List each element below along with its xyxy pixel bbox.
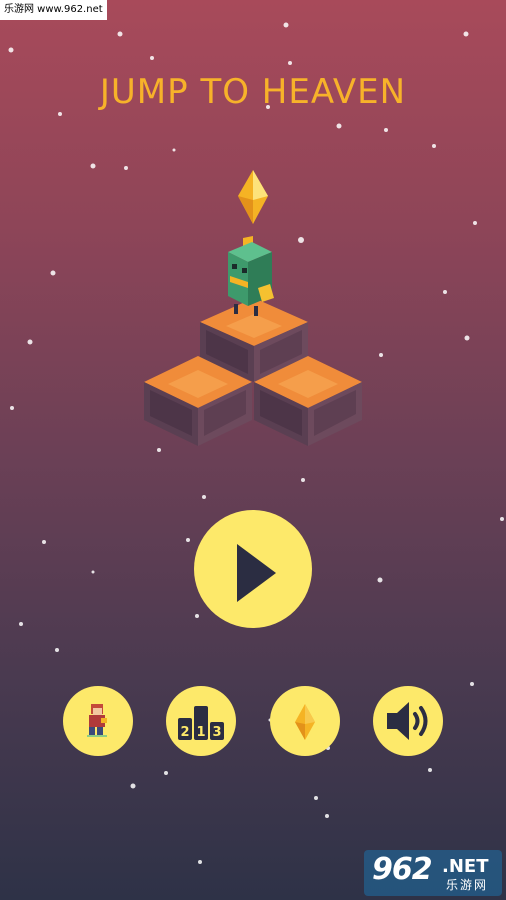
game-scene [144, 170, 362, 446]
sound-toggle-button[interactable] [373, 686, 443, 756]
podium-icon: 2 1 3 [178, 706, 224, 740]
floating-gem-icon [238, 170, 268, 224]
watermark-net: .NET [442, 856, 489, 877]
play-button[interactable] [194, 510, 312, 628]
watermark-sub: 乐游网 [446, 878, 489, 892]
gem-shop-button[interactable] [270, 686, 340, 756]
speaker-icon [387, 702, 428, 740]
play-icon [237, 544, 276, 602]
character-select-button[interactable] [63, 686, 133, 756]
leaderboard-button[interactable]: 2 1 3 [166, 686, 236, 756]
podium-second-label: 2 [180, 725, 189, 740]
character-icon [87, 704, 107, 737]
gem-icon [295, 704, 315, 740]
watermark-bottom: 962 .NET 乐游网 [364, 850, 502, 896]
watermark-number: 962 [372, 852, 433, 887]
game-title: JUMP TO HEAVEN [99, 72, 407, 112]
podium-third-label: 3 [212, 725, 221, 740]
watermark-top: 乐游网 www.962.net [0, 0, 107, 20]
podium-first-label: 1 [196, 725, 205, 740]
